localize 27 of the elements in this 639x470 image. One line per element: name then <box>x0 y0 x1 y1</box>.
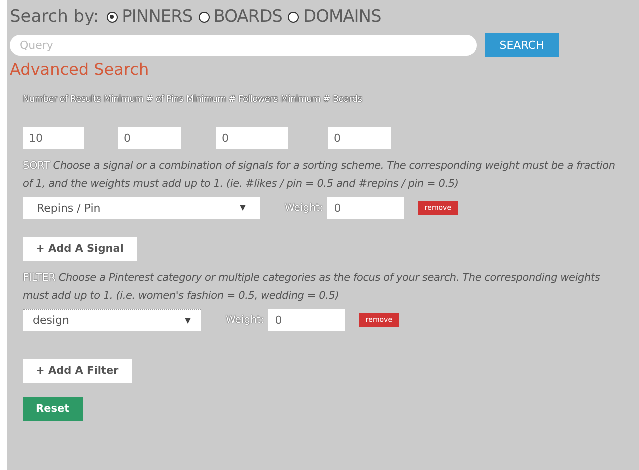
advanced-search-title: Advanced Search <box>10 60 150 81</box>
field-label: Minimum # of Pins <box>104 95 184 107</box>
radio-option[interactable]: DOMAINS <box>288 7 382 27</box>
weight-label: Weight: <box>226 315 264 328</box>
weight-field[interactable]: 0 <box>268 309 346 331</box>
help-text: FILTER Choose a Pinterest category or multiple categories as the focus of your search. The corresponding weights must add up to 1. (i.e. women's fashion = 0.5, wedding = 0.5) <box>23 271 602 304</box>
add-button[interactable]: + Add A Signal <box>23 237 137 261</box>
caret-icon <box>185 318 191 324</box>
number-field[interactable]: 10 <box>23 127 84 149</box>
number-field[interactable]: 0 <box>216 127 288 149</box>
dropdown[interactable]: design <box>23 309 201 331</box>
radio-option[interactable]: BOARDS <box>198 7 282 27</box>
search-button[interactable]: SEARCH <box>485 33 559 57</box>
search-by-label: Search by: <box>10 7 100 27</box>
add-button[interactable]: + Add A Filter <box>23 359 132 383</box>
weight-label: Weight: <box>285 203 324 216</box>
reset-button[interactable]: Reset <box>23 397 83 421</box>
caret-icon <box>240 205 246 211</box>
dropdown[interactable]: Repins / Pin <box>23 197 260 219</box>
number-field[interactable]: 0 <box>118 127 181 149</box>
field-label: Minimum # Boards <box>280 95 362 107</box>
query-field[interactable]: Query <box>10 34 477 56</box>
number-field[interactable]: 0 <box>328 127 391 149</box>
radio-option[interactable]: PINNERS <box>107 7 193 27</box>
weight-field[interactable]: 0 <box>327 197 404 219</box>
help-text: SORT Choose a signal or a combination of signals for a sorting scheme. The corresponding weight must be a fraction of 1, and the weights must add up to 1. (ie. #likes / pin = 0.5 and #repins / pin = 0.5) <box>23 159 616 192</box>
field-label: Minimum # Followers <box>186 95 278 107</box>
